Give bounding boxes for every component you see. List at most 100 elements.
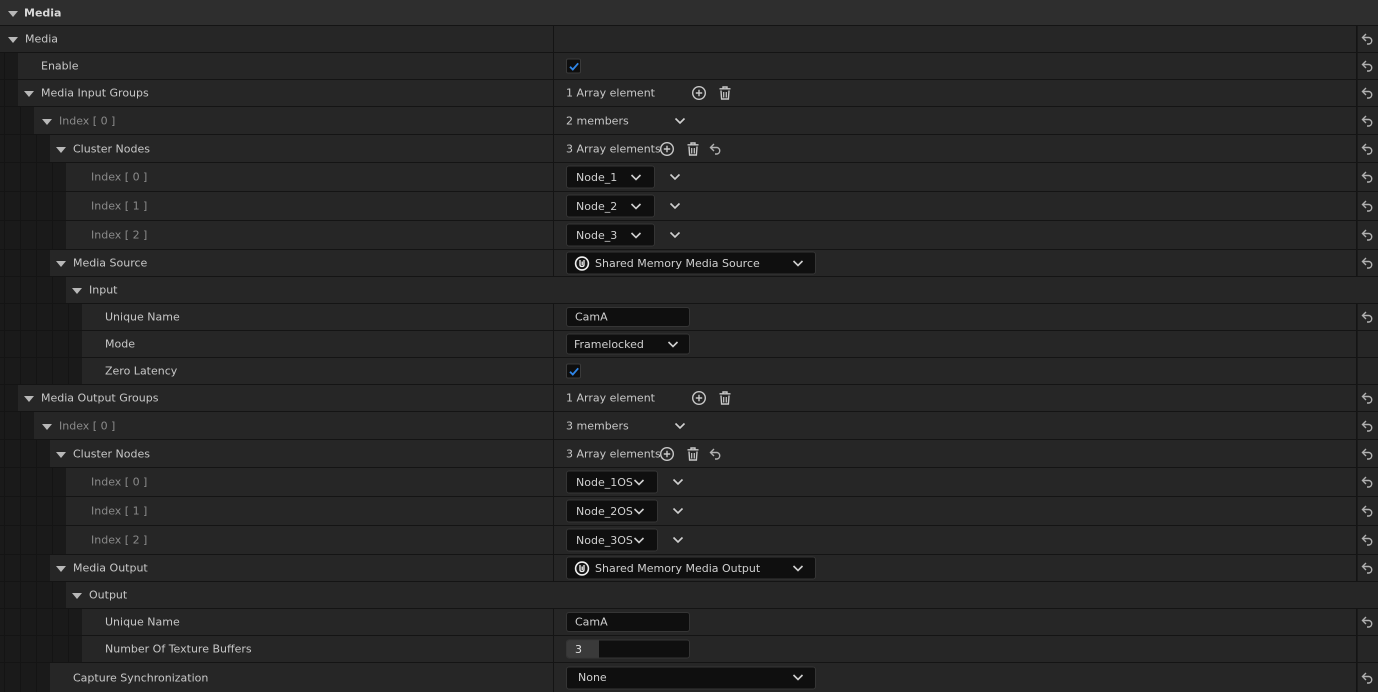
reset-arrow-icon[interactable] [1361, 229, 1374, 241]
plus-circle-icon[interactable] [691, 85, 707, 101]
chevron-down-icon[interactable] [672, 536, 684, 544]
triangle-down-icon[interactable] [72, 593, 82, 599]
triangle-down-icon[interactable] [24, 396, 34, 402]
reset-arrow-icon[interactable] [1361, 87, 1374, 99]
texture-buffers-label: Number Of Texture Buffers [105, 642, 252, 656]
node-select[interactable]: Node_3 [566, 223, 655, 247]
row-texture-buffers: Number Of Texture Buffers 3 [0, 636, 1378, 663]
index-label: Index [ 2 ] [91, 228, 148, 242]
triangle-down-icon[interactable] [56, 451, 66, 458]
trash-icon[interactable] [717, 85, 733, 101]
unique-name-input[interactable]: CamA [566, 307, 690, 327]
triangle-down-icon[interactable] [42, 118, 52, 125]
mode-label: Mode [105, 337, 135, 351]
plus-circle-icon[interactable] [659, 446, 675, 462]
reset-arrow-icon[interactable] [1361, 257, 1374, 269]
triangle-down-icon[interactable] [72, 288, 82, 294]
reset-arrow-icon[interactable] [1361, 33, 1374, 45]
trash-icon[interactable] [717, 390, 733, 406]
row-input-node-0: Index [ 0 ] Node_1 [0, 163, 1378, 192]
node-select[interactable]: Node_1 [566, 165, 655, 189]
chevron-down-icon[interactable] [672, 478, 684, 486]
index-label: Index [ 1 ] [91, 504, 148, 518]
chevron-down-icon[interactable] [669, 202, 681, 210]
triangle-down-icon[interactable] [8, 10, 18, 17]
node-select[interactable]: Node_2OS [566, 499, 658, 523]
reset-arrow-icon[interactable] [1361, 60, 1374, 72]
reset-arrow-icon[interactable] [709, 143, 722, 155]
node-select[interactable]: Node_3OS [566, 528, 658, 552]
checkmark-icon [568, 61, 580, 73]
array-count: 3 Array elements [566, 142, 661, 155]
triangle-down-icon[interactable] [8, 37, 18, 43]
output-category-label: Output [89, 588, 128, 602]
members-count: 2 members [566, 114, 629, 127]
capture-sync-select[interactable]: None [566, 666, 816, 689]
plus-circle-icon[interactable] [691, 390, 707, 406]
chevron-down-icon [630, 202, 642, 210]
reset-arrow-icon[interactable] [1361, 505, 1374, 517]
enable-checkbox[interactable] [566, 58, 581, 74]
zero-latency-checkbox[interactable] [566, 363, 581, 379]
chevron-down-icon[interactable] [674, 117, 686, 125]
triangle-down-icon[interactable] [42, 423, 52, 430]
reset-arrow-icon[interactable] [1361, 616, 1374, 628]
plus-circle-icon[interactable] [659, 141, 675, 157]
reset-arrow-icon[interactable] [1361, 171, 1374, 183]
reset-arrow-icon[interactable] [1361, 448, 1374, 460]
reset-arrow-icon[interactable] [1361, 420, 1374, 432]
reset-arrow-icon[interactable] [1361, 392, 1374, 404]
row-capture-sync: Capture Synchronization None [0, 663, 1378, 692]
chevron-down-icon[interactable] [672, 507, 684, 515]
triangle-down-icon[interactable] [56, 146, 66, 153]
chevron-down-icon [792, 674, 804, 682]
row-output-node-0: Index [ 0 ] Node_1OS [0, 468, 1378, 497]
media-output-select[interactable]: Shared Memory Media Output [566, 556, 816, 580]
unreal-logo-icon [574, 560, 590, 576]
reset-arrow-icon[interactable] [1361, 476, 1374, 488]
trash-icon[interactable] [685, 446, 701, 462]
chevron-down-icon [630, 231, 642, 239]
trash-icon[interactable] [685, 141, 701, 157]
row-input-cluster-nodes: Cluster Nodes 3 Array elements [0, 135, 1378, 163]
chevron-down-icon[interactable] [674, 422, 686, 430]
reset-arrow-icon[interactable] [1361, 200, 1374, 212]
array-count: 1 Array element [566, 391, 655, 405]
reset-arrow-icon[interactable] [709, 448, 722, 460]
row-enable: Enable [0, 53, 1378, 80]
cluster-nodes-label: Cluster Nodes [73, 142, 150, 155]
section-header[interactable]: Media [0, 0, 1378, 26]
chevron-down-icon[interactable] [669, 173, 681, 181]
row-media: Media [0, 26, 1378, 53]
node-select[interactable]: Node_1OS [566, 470, 658, 494]
chevron-down-icon[interactable] [669, 231, 681, 239]
triangle-down-icon[interactable] [56, 566, 66, 572]
media-output-label: Media Output [73, 561, 148, 575]
cluster-nodes-label: Cluster Nodes [73, 447, 150, 460]
chevron-down-icon [630, 173, 642, 181]
row-zero-latency: Zero Latency [0, 358, 1378, 385]
index-label: Index [ 1 ] [91, 199, 148, 213]
unique-name-input[interactable]: CamA [566, 612, 690, 632]
chevron-down-icon [667, 340, 679, 348]
row-output-index-0: Index [ 0 ] 3 members [0, 412, 1378, 440]
reset-arrow-icon[interactable] [1361, 143, 1374, 155]
texture-buffers-spinbox[interactable]: 3 [566, 639, 690, 659]
triangle-down-icon[interactable] [24, 91, 34, 97]
mode-select[interactable]: Framelocked [566, 333, 690, 355]
row-media-output-groups: Media Output Groups 1 Array element [0, 385, 1378, 412]
row-output-node-1: Index [ 1 ] Node_2OS [0, 497, 1378, 526]
row-input-node-2: Index [ 2 ] Node_3 [0, 221, 1378, 250]
reset-arrow-icon[interactable] [1361, 672, 1374, 684]
media-source-select[interactable]: Shared Memory Media Source [566, 251, 816, 275]
reset-arrow-icon[interactable] [1361, 115, 1374, 127]
chevron-down-icon [792, 259, 804, 267]
checkmark-icon [568, 366, 580, 378]
reset-arrow-icon[interactable] [1361, 562, 1374, 574]
triangle-down-icon[interactable] [56, 261, 66, 267]
reset-arrow-icon[interactable] [1361, 534, 1374, 546]
reset-arrow-icon[interactable] [1361, 311, 1374, 323]
index-label: Index [ 0 ] [91, 475, 148, 489]
array-count: 1 Array element [566, 86, 655, 100]
node-select[interactable]: Node_2 [566, 194, 655, 218]
